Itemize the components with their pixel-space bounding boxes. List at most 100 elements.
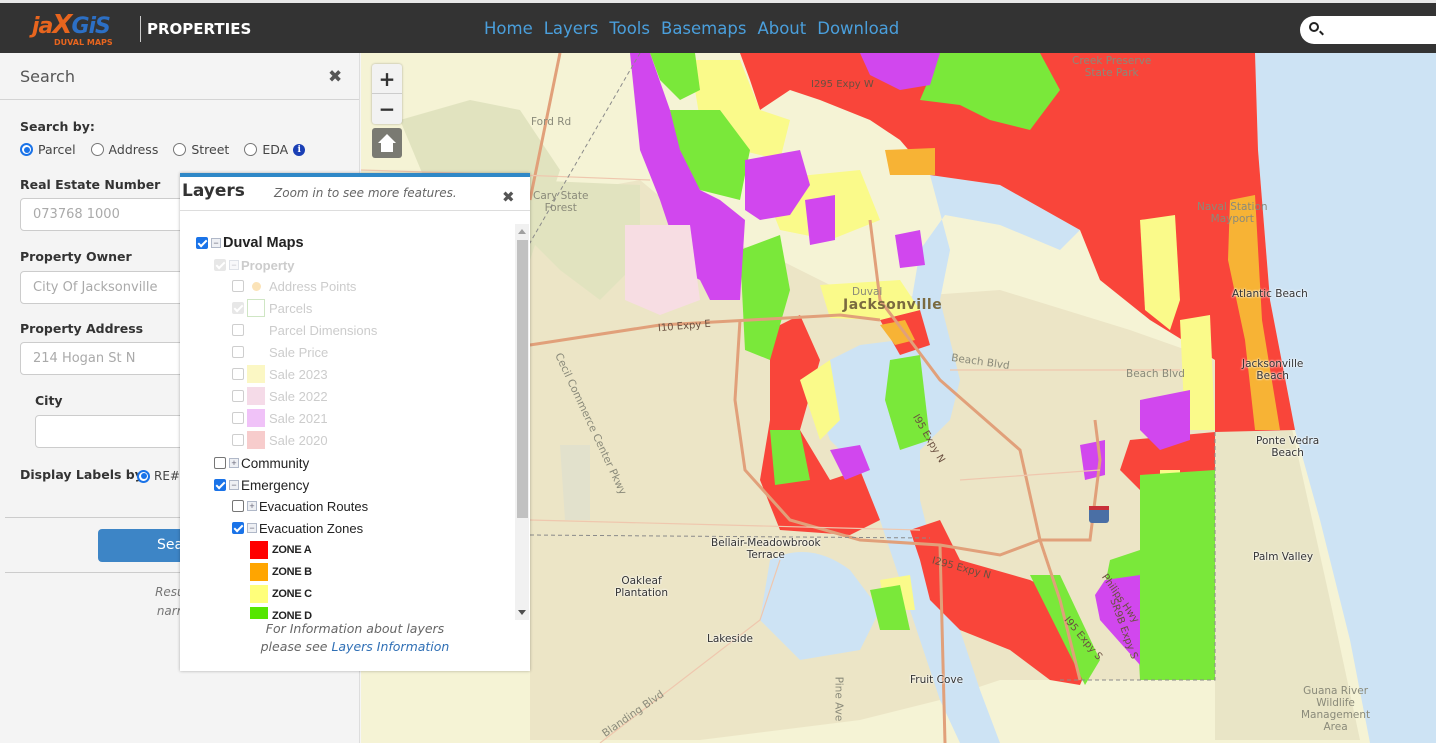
layer-label: Evacuation Routes <box>259 498 369 514</box>
map-label-naval-station: Naval Station Mayport <box>1197 201 1268 225</box>
layers-information-link[interactable]: Layers Information <box>331 639 449 654</box>
layer-label: Community <box>241 455 310 471</box>
layer-tree: − Duval Maps − Property Address Points Par… <box>180 221 514 619</box>
layer-item-sale-price[interactable]: Sale Price <box>232 342 328 362</box>
layers-info-line: For Information about layers <box>265 621 445 636</box>
divider <box>180 210 530 211</box>
zoom-in-button[interactable]: + <box>372 64 402 94</box>
layer-checkbox[interactable] <box>232 280 244 292</box>
layer-checkbox[interactable] <box>232 412 244 424</box>
sale-2021-area <box>895 230 925 268</box>
layer-item-evacuation-zones[interactable]: − Evacuation Zones <box>232 518 363 538</box>
layer-item-community[interactable]: + Community <box>214 453 309 473</box>
global-search-input[interactable] <box>1300 16 1436 44</box>
map-label-ponte-vedra: Ponte Vedra Beach <box>1256 435 1320 459</box>
map-label-i295-w: I295 Expy W <box>811 79 874 90</box>
map-label-lakeside: Lakeside <box>707 633 753 645</box>
layer-checkbox[interactable] <box>232 302 244 314</box>
sale-2023-swatch-icon <box>247 365 265 383</box>
property-owner-label: Property Owner <box>20 249 132 264</box>
layer-label: Parcels <box>269 300 313 316</box>
layer-label: Evacuation Zones <box>259 520 364 536</box>
layer-checkbox[interactable] <box>214 479 226 491</box>
layer-item-duval-maps[interactable]: − Duval Maps <box>196 233 304 253</box>
close-icon[interactable]: ✖ <box>328 67 342 87</box>
layer-label: Sale 2021 <box>269 410 328 426</box>
layer-item-sale-2020[interactable]: Sale 2020 <box>232 430 328 450</box>
collapse-icon[interactable]: − <box>229 480 239 490</box>
layer-checkbox[interactable] <box>214 457 226 469</box>
layer-item-sale-2022[interactable]: Sale 2022 <box>232 386 328 406</box>
layer-item-emergency[interactable]: − Emergency <box>214 475 309 495</box>
info-icon[interactable]: i <box>293 143 306 156</box>
legend-zone-c: ZONE C <box>250 584 312 604</box>
jaxgis-logo[interactable]: jaXGiS DUVAL MAPS <box>30 10 140 52</box>
map-label-jacksonville-beach: Jacksonville Beach <box>1242 358 1304 382</box>
layer-item-sale-2023[interactable]: Sale 2023 <box>232 364 328 384</box>
layer-checkbox[interactable] <box>232 500 244 512</box>
search-by-label: Search by: <box>20 119 95 134</box>
legend-label: ZONE D <box>272 610 312 619</box>
radio-parcel[interactable] <box>20 143 33 156</box>
legend-label: ZONE C <box>272 588 312 600</box>
layer-item-parcels[interactable]: Parcels <box>232 298 312 318</box>
collapse-icon[interactable]: − <box>229 260 239 270</box>
collapse-icon[interactable]: − <box>247 523 257 533</box>
layer-label: Emergency <box>241 477 310 493</box>
layer-item-evacuation-routes[interactable]: + Evacuation Routes <box>232 496 368 516</box>
nav-basemaps[interactable]: Basemaps <box>661 19 746 38</box>
layer-item-sale-2021[interactable]: Sale 2021 <box>232 408 328 428</box>
layer-item-parcel-dimensions[interactable]: Parcel Dimensions <box>232 320 377 340</box>
nav-home[interactable]: Home <box>484 19 533 38</box>
radio-address[interactable] <box>90 143 104 156</box>
nav-download[interactable]: Download <box>817 19 899 38</box>
layer-label: Parcel Dimensions <box>269 322 378 338</box>
layer-checkbox[interactable] <box>232 346 244 358</box>
map-label-beach-blvd: Beach Blvd <box>1126 368 1185 380</box>
layer-checkbox[interactable] <box>214 259 226 271</box>
scroll-up-icon[interactable] <box>518 229 526 234</box>
layer-checkbox[interactable] <box>232 368 244 380</box>
expand-icon[interactable]: + <box>247 501 257 511</box>
map-label-bellair: Bellair-Meadowbrook Terrace <box>711 537 821 561</box>
layer-item-address-points[interactable]: Address Points <box>232 276 356 296</box>
layer-checkbox[interactable] <box>196 237 208 249</box>
close-icon[interactable]: ✖ <box>502 188 515 206</box>
city-label: City <box>35 393 63 408</box>
collapse-icon[interactable]: − <box>211 238 221 248</box>
layer-checkbox[interactable] <box>232 522 244 534</box>
scroll-down-icon[interactable] <box>518 610 526 615</box>
layer-item-property[interactable]: − Property <box>214 255 294 275</box>
nav-layers[interactable]: Layers <box>544 19 599 38</box>
zone-c-swatch-icon <box>250 585 268 603</box>
zone-d-swatch-icon <box>250 607 268 619</box>
layer-checkbox[interactable] <box>232 434 244 446</box>
radio-street[interactable] <box>173 143 187 156</box>
airfield-area <box>560 445 590 520</box>
home-icon <box>378 134 396 152</box>
top-bar: jaXGiS DUVAL MAPS PROPERTIES Home Layers… <box>0 0 1436 53</box>
expand-icon[interactable]: + <box>229 458 239 468</box>
nav-tools[interactable]: Tools <box>609 19 650 38</box>
layers-info-note: For Information about layers please see … <box>180 620 530 656</box>
radio-eda[interactable] <box>244 143 258 156</box>
zone-b-swatch-icon <box>250 563 268 581</box>
map-label-ford-rd: Ford Rd <box>531 116 572 128</box>
zoom-out-button[interactable]: − <box>372 94 402 124</box>
layer-tree-scrollbar[interactable] <box>515 224 529 620</box>
logo-text: GiS <box>71 14 110 39</box>
layer-checkbox[interactable] <box>232 390 244 402</box>
layers-info-prefix: please see <box>260 639 332 654</box>
logo-subtitle: DUVAL MAPS <box>54 38 113 47</box>
layer-label: Sale 2023 <box>269 366 328 382</box>
radio-re-number[interactable] <box>137 469 150 483</box>
layer-checkbox[interactable] <box>232 324 244 336</box>
radio-label: EDA <box>262 142 289 157</box>
nav-about[interactable]: About <box>757 19 806 38</box>
scroll-thumb[interactable] <box>517 240 528 518</box>
parcel-swatch-icon <box>247 299 265 317</box>
radio-label: Address <box>108 142 159 157</box>
search-panel-title: Search <box>20 67 75 86</box>
home-button[interactable] <box>372 128 402 158</box>
map-label-creek-preserve: Creek Preserve State Park <box>1072 55 1152 79</box>
